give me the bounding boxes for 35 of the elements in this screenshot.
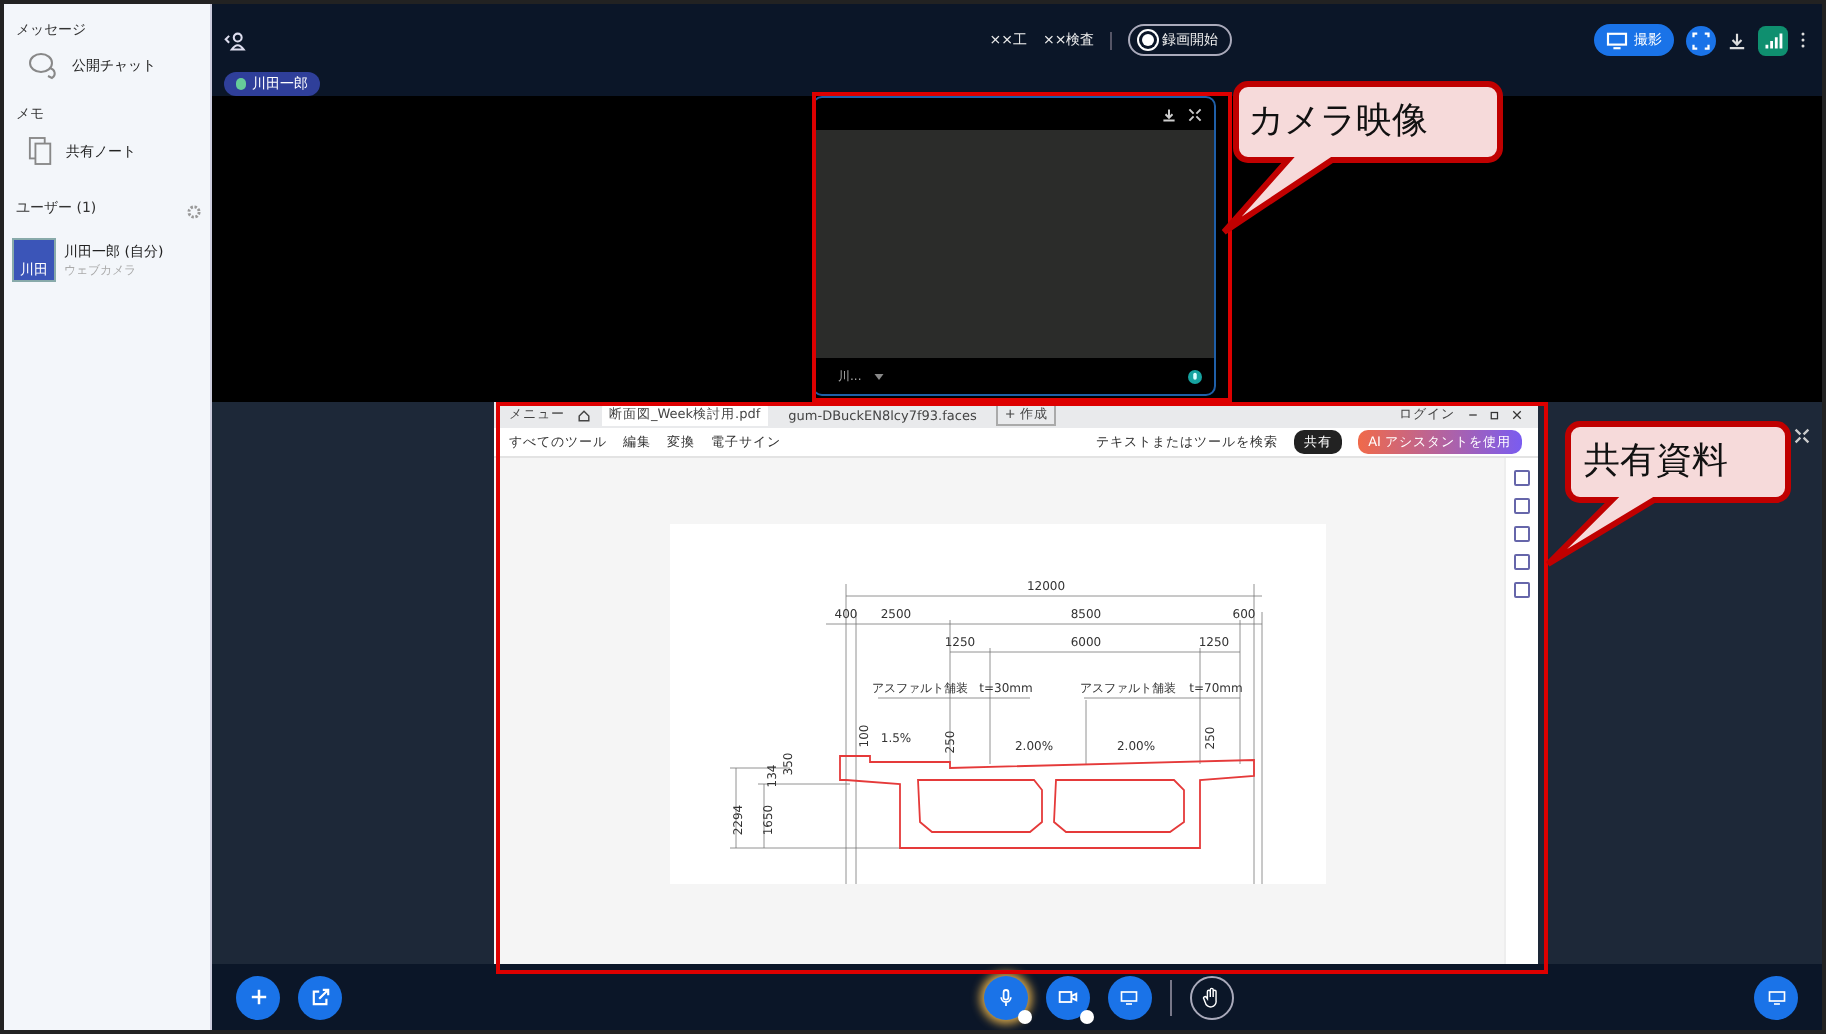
monitor-icon — [1120, 989, 1138, 1006]
close-icon[interactable] — [1511, 410, 1521, 421]
leave-user-icon[interactable] — [224, 29, 248, 51]
signal-icon[interactable] — [1758, 25, 1788, 55]
presentation-button[interactable] — [1754, 975, 1798, 1020]
documents-icon — [28, 136, 54, 166]
hand-icon — [1202, 986, 1220, 1009]
add-button[interactable] — [236, 975, 280, 1020]
minimize-icon[interactable] — [1467, 410, 1477, 421]
video-camera-icon — [1057, 990, 1077, 1005]
status-dot — [1079, 1009, 1093, 1024]
screen-share-button[interactable] — [1107, 975, 1151, 1020]
fullscreen-icon[interactable] — [1794, 428, 1810, 445]
monitor-icon — [1767, 989, 1785, 1006]
external-link-icon — [311, 988, 329, 1007]
home-icon[interactable] — [577, 409, 589, 422]
microphone-button[interactable] — [983, 975, 1027, 1020]
download-icon[interactable] — [1728, 31, 1746, 49]
callout-text: カメラ映像 — [1248, 98, 1428, 144]
chat-bubbles-icon — [28, 52, 60, 80]
more-icon[interactable] — [1800, 30, 1806, 50]
microphone-icon — [997, 987, 1013, 1008]
microphone-icon — [1188, 369, 1202, 383]
restore-icon[interactable] — [1489, 410, 1499, 421]
status-dot — [1017, 1009, 1031, 1024]
plus-icon — [249, 988, 267, 1007]
fullscreen-icon[interactable] — [1686, 25, 1716, 55]
camera-button[interactable] — [1045, 975, 1089, 1020]
external-link-button[interactable] — [298, 975, 342, 1020]
callout-text: 共有資料 — [1584, 438, 1728, 484]
caret-icon[interactable] — [873, 373, 884, 379]
fullscreen-icon[interactable] — [1188, 107, 1202, 121]
monitor-icon — [1606, 31, 1628, 49]
download-icon[interactable] — [1162, 107, 1176, 121]
raise-hand-button[interactable] — [1189, 975, 1233, 1020]
